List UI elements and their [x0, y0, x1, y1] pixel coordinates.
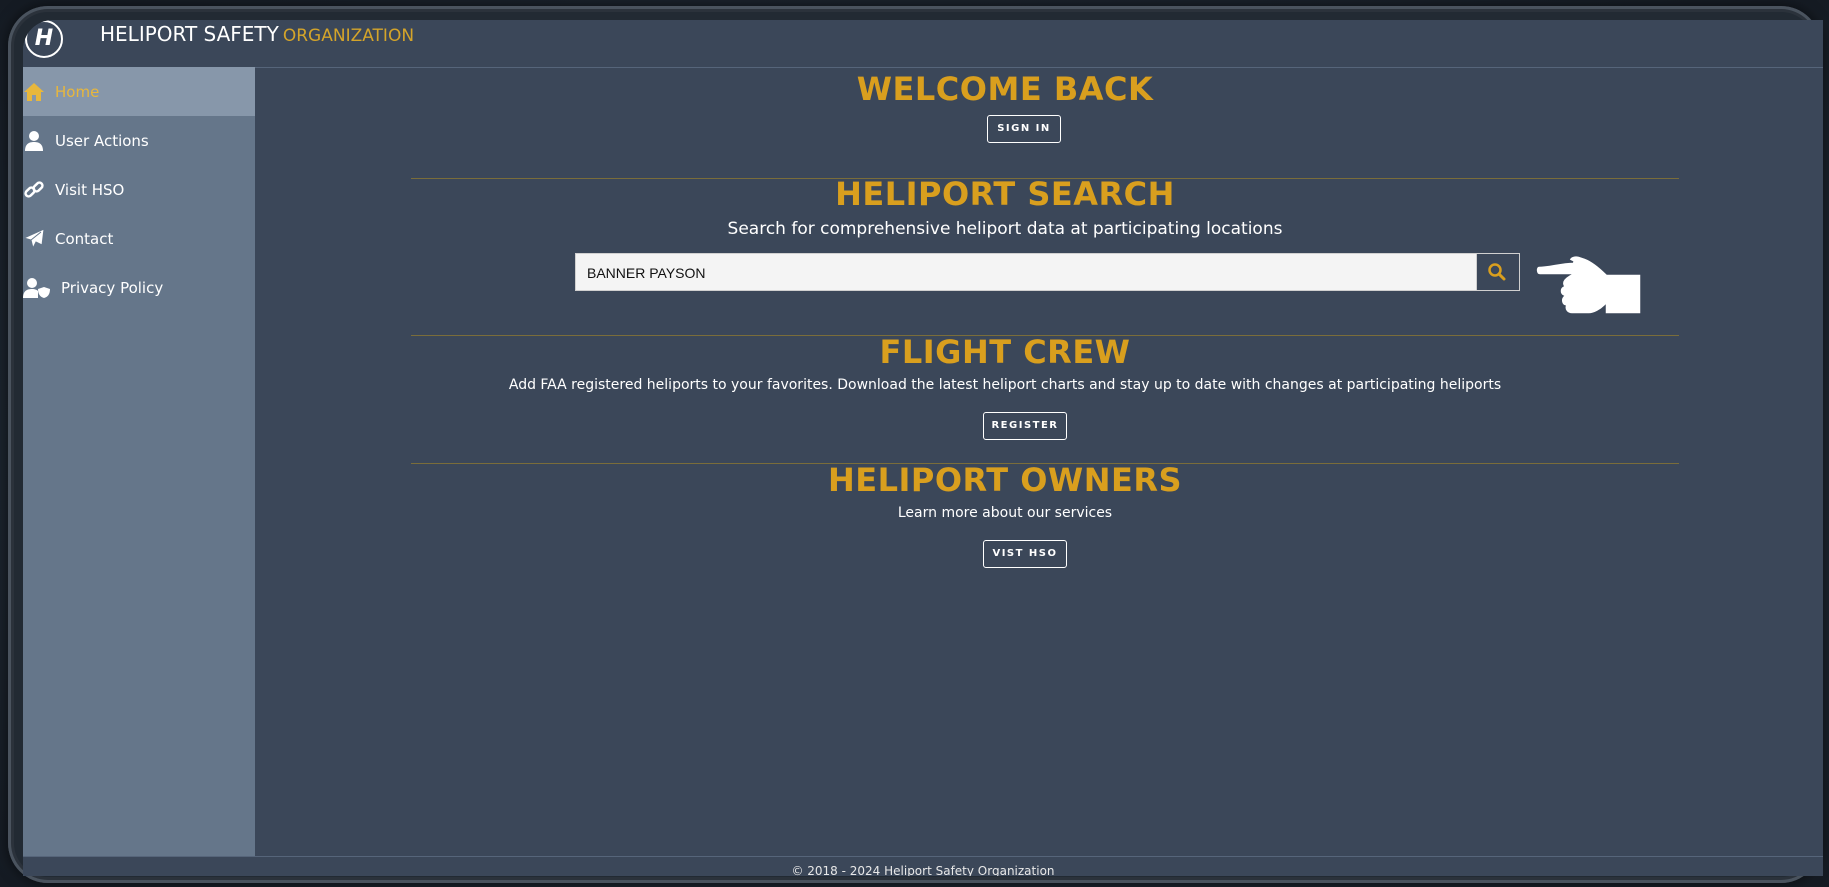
search-button[interactable] [1476, 254, 1519, 290]
sidebar-item-label: Visit HSO [55, 180, 125, 199]
search-title: HELIPORT SEARCH [835, 175, 1175, 213]
link-icon [23, 179, 45, 201]
visit-hso-button[interactable]: VIST HSO [983, 540, 1067, 568]
crew-text: Add FAA registered heliports to your fav… [508, 377, 1502, 393]
hso-logo[interactable]: H [25, 20, 63, 58]
search-subtitle: Search for comprehensive heliport data a… [727, 219, 1283, 239]
footer: © 2018 - 2024 Heliport Safety Organizati… [23, 856, 1823, 876]
sidebar-item-label: Contact [55, 229, 114, 248]
owners-title: HELIPORT OWNERS [827, 461, 1183, 499]
brand-primary: HELIPORT SAFETY [100, 22, 279, 46]
brand-title[interactable]: HELIPORT SAFETY ORGANIZATION [100, 22, 414, 46]
sidebar-item-home[interactable]: Home [23, 67, 255, 116]
owners-text: Learn more about our services [897, 505, 1113, 521]
device-background: H HELIPORT SAFETY ORGANIZATION Home User … [0, 0, 1829, 887]
sidebar: Home User Actions Visit HSO Contact Priv… [23, 67, 255, 856]
brand-secondary: ORGANIZATION [282, 26, 415, 46]
sidebar-item-user-actions[interactable]: User Actions [23, 116, 255, 165]
sidebar-item-privacy-policy[interactable]: Privacy Policy [23, 263, 255, 312]
logo-letter: H [34, 26, 54, 51]
home-icon [23, 81, 45, 103]
sidebar-item-label: Privacy Policy [61, 278, 164, 297]
user-shield-icon [23, 277, 51, 299]
search-input[interactable] [576, 254, 1489, 292]
search-icon [1488, 263, 1506, 281]
user-icon [23, 130, 45, 152]
footer-copyright: © 2018 - 2024 Heliport Safety Organizati… [791, 864, 1055, 876]
sidebar-item-label: Home [55, 82, 100, 101]
crew-title: FLIGHT CREW [879, 333, 1131, 371]
main-content: WELCOME BACK SIGN IN HELIPORT SEARCH Sea… [255, 67, 1823, 856]
register-button[interactable]: REGISTER [983, 412, 1067, 440]
sidebar-item-contact[interactable]: Contact [23, 214, 255, 263]
pointing-hand-icon [1535, 254, 1641, 315]
app-screen: H HELIPORT SAFETY ORGANIZATION Home User … [23, 20, 1823, 876]
sidebar-item-label: User Actions [55, 131, 149, 150]
welcome-title: WELCOME BACK [856, 70, 1154, 108]
search-box [575, 253, 1520, 292]
sign-in-button[interactable]: SIGN IN [987, 115, 1061, 143]
paper-plane-icon [23, 227, 45, 250]
top-header: H HELIPORT SAFETY ORGANIZATION [23, 20, 1823, 68]
sidebar-item-visit-hso[interactable]: Visit HSO [23, 165, 255, 214]
